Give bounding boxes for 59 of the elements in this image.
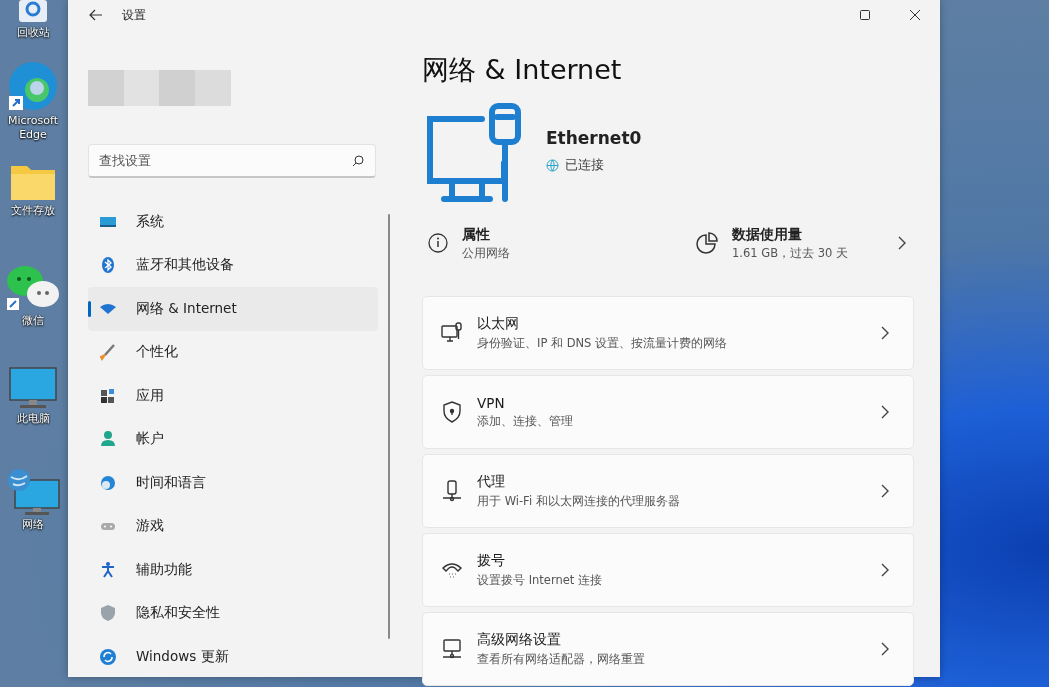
settings-card[interactable]: VPN 添加、连接、管理 bbox=[422, 375, 914, 449]
sidebar-item[interactable]: Windows 更新 bbox=[88, 635, 378, 679]
desktop-icon-label[interactable]: 此电脑 bbox=[16, 412, 50, 426]
desktop-icon-label[interactable]: Microsoft Edge bbox=[0, 114, 66, 142]
window-title: 设置 bbox=[122, 6, 146, 24]
data-usage-link[interactable]: 数据使用量 1.61 GB，过去 30 天 bbox=[696, 225, 914, 261]
sidebar-item[interactable]: 系统 bbox=[88, 200, 378, 244]
connection-status: 已连接 bbox=[565, 156, 604, 174]
settings-card[interactable]: 代理 用于 Wi-Fi 和以太网连接的代理服务器 bbox=[422, 454, 914, 528]
scrollbar[interactable] bbox=[388, 214, 390, 639]
properties-link[interactable]: 属性 公用网络 bbox=[422, 225, 510, 261]
bluetooth-icon bbox=[99, 256, 117, 275]
settings-card[interactable]: 高级网络设置 查看所有网络适配器，网络重置 bbox=[422, 612, 914, 686]
chat-bubbles-icon bbox=[5, 264, 61, 312]
update-icon bbox=[99, 647, 117, 666]
maximize-icon bbox=[860, 10, 870, 20]
clock-globe-icon bbox=[99, 473, 117, 492]
chevron-right-icon bbox=[881, 405, 889, 419]
chevron-right-icon bbox=[881, 642, 889, 656]
sidebar-item[interactable]: 辅助功能 bbox=[88, 548, 378, 592]
proxy-server-icon bbox=[441, 480, 463, 502]
device-name: Ethernet0 bbox=[546, 128, 642, 148]
browser-icon bbox=[7, 60, 59, 112]
apps-icon bbox=[99, 386, 117, 405]
search-field[interactable]: 查找设置 bbox=[88, 144, 376, 178]
sidebar-item[interactable]: 个性化 bbox=[88, 330, 378, 374]
pie-chart-icon bbox=[696, 232, 718, 254]
settings-card[interactable]: 拨号 设置拨号 Internet 连接 bbox=[422, 533, 914, 607]
shield-lock-icon bbox=[441, 401, 463, 423]
monitor-cable-icon bbox=[441, 322, 463, 344]
sidebar-item[interactable]: 游戏 bbox=[88, 504, 378, 548]
desktop-icon-label[interactable]: 文件存放 bbox=[11, 204, 55, 218]
settings-card[interactable]: 以太网 身份验证、IP 和 DNS 设置、按流量计费的网络 bbox=[422, 296, 914, 370]
sidebar-item[interactable]: 应用 bbox=[88, 374, 378, 418]
shield-icon bbox=[99, 604, 117, 623]
page-title: 网络 & Internet bbox=[422, 53, 623, 87]
sidebar-item[interactable]: 帐户 bbox=[88, 417, 378, 461]
chevron-right-icon bbox=[881, 563, 889, 577]
desktop-icon-label[interactable]: 微信 bbox=[22, 314, 44, 328]
chevron-right-icon bbox=[881, 326, 889, 340]
computer-icon bbox=[8, 366, 58, 410]
chevron-right-icon bbox=[881, 484, 889, 498]
network-computer-icon bbox=[5, 468, 61, 516]
desktop-icon-label[interactable]: 网络 bbox=[22, 518, 44, 532]
desktop-icon-label[interactable]: 回收站 bbox=[16, 26, 50, 40]
back-arrow-icon[interactable] bbox=[88, 7, 104, 23]
sidebar-item[interactable]: 蓝牙和其他设备 bbox=[88, 243, 378, 287]
chevron-right-icon bbox=[898, 236, 906, 250]
person-icon bbox=[99, 430, 117, 449]
accessibility-icon bbox=[99, 560, 117, 579]
globe-icon bbox=[546, 158, 559, 172]
sidebar-item[interactable]: 网络 & Internet bbox=[88, 287, 378, 331]
close-icon bbox=[910, 10, 920, 20]
sidebar-item[interactable]: 隐私和安全性 bbox=[88, 591, 378, 635]
search-icon bbox=[352, 155, 364, 167]
info-icon bbox=[428, 233, 448, 253]
monitor-network-icon bbox=[441, 638, 463, 660]
sidebar-item[interactable]: 时间和语言 bbox=[88, 461, 378, 505]
brush-icon bbox=[99, 343, 117, 362]
